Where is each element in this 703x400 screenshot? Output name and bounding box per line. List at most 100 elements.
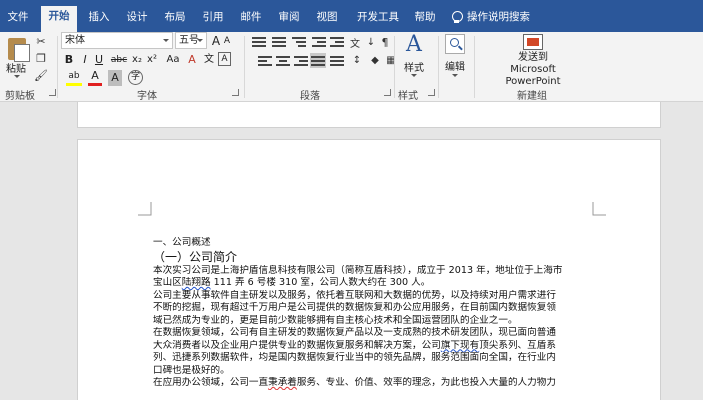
underline-button[interactable]: U	[93, 52, 105, 68]
decrease-indent-icon[interactable]	[312, 36, 326, 48]
tab-design[interactable]: 设计	[120, 7, 154, 32]
enclose-characters-button[interactable]: 字	[128, 70, 143, 85]
styles-launcher-icon[interactable]	[428, 89, 435, 96]
paragraph-line: 公司主要从事软件自主研发以及服务，依托着互联网和大数据的优势，以及持续对用户需求…	[153, 289, 556, 301]
font-color-button[interactable]: A	[88, 70, 102, 86]
highlight-color-button[interactable]: ab	[66, 70, 82, 86]
multilevel-list-icon[interactable]	[292, 36, 306, 48]
tab-view[interactable]: 视图	[310, 7, 344, 32]
editing-button[interactable]: 编辑	[442, 34, 468, 77]
increase-indent-icon[interactable]	[330, 36, 344, 48]
shading-icon[interactable]: ◆	[368, 53, 382, 67]
divider	[57, 36, 58, 98]
tab-file[interactable]: 文件	[0, 7, 36, 32]
font-size-select[interactable]: 五号	[175, 32, 207, 49]
borders-icon[interactable]: ▦	[384, 53, 398, 67]
align-center-icon[interactable]	[276, 55, 290, 67]
bold-button[interactable]: B	[62, 52, 76, 68]
document-text[interactable]: 一、公司概述 （一）公司简介 本次实习公司是上海护盾信息科技有限公司（简称互盾科…	[153, 237, 593, 390]
tab-insert[interactable]: 插入	[82, 7, 116, 32]
bullets-icon[interactable]	[252, 36, 266, 48]
distributed-icon[interactable]	[330, 55, 344, 67]
paragraph-line: 大众消费者以及企业用户提供专业的数据恢复服务和解决方案，公司旗下现有顶尖系列、互…	[153, 339, 556, 351]
chinese-layout-icon[interactable]: 文	[348, 35, 362, 50]
strikethrough-button[interactable]: abc	[110, 52, 128, 68]
paragraph-line: 列、迅捷系列数据软件，均是国内数据恢复行业当中的领先品牌，服务范围面向全国，在行…	[153, 352, 556, 363]
chevron-down-icon	[452, 74, 458, 77]
ribbon-tab-bar: 文件 开始 插入 设计 布局 引用 邮件 审阅 视图 开发工具 帮助 操作说明搜…	[0, 0, 703, 32]
divider	[474, 36, 475, 98]
lightbulb-icon	[452, 10, 463, 23]
divider	[394, 36, 395, 98]
paste-dropdown-icon[interactable]	[14, 75, 20, 78]
grow-font-button[interactable]: A	[210, 33, 222, 49]
chevron-down-icon	[411, 74, 417, 77]
paragraph-line: 不断的挖掘，现有超过千万用户是公司提供的数据恢复和办公应用服务，在目前国内数据恢…	[153, 302, 556, 313]
show-marks-icon[interactable]: ¶	[378, 35, 392, 49]
paragraph-line: 口碑也是极好的。	[153, 364, 230, 376]
tab-review[interactable]: 审阅	[272, 7, 306, 32]
styles-button[interactable]: A 样式	[400, 32, 428, 77]
cut-icon[interactable]: ✂	[34, 34, 48, 48]
font-group-label: 字体	[137, 91, 157, 102]
chevron-down-icon	[163, 39, 169, 42]
powerpoint-icon	[523, 34, 543, 50]
tab-developer[interactable]: 开发工具	[350, 7, 406, 32]
paragraph-line: 在应用办公领域，公司一直秉承着服务、专业、价值、效率的理念，为此也投入大量的人力…	[153, 377, 556, 388]
font-name-select[interactable]: 宋体	[61, 32, 173, 49]
magnifier-icon	[445, 34, 465, 54]
paragraph-group-label: 段落	[300, 91, 320, 102]
font-size-value: 五号	[179, 35, 199, 46]
powerpoint-label: Microsoft PowerPoint	[505, 64, 561, 87]
character-border-button[interactable]: A	[218, 52, 231, 66]
send-to-powerpoint-button[interactable]: 发送到 Microsoft PowerPoint	[482, 34, 584, 88]
clipboard-launcher-icon[interactable]	[49, 89, 56, 96]
line-spacing-icon[interactable]: ↕	[350, 53, 364, 67]
clipboard-paste-icon	[8, 38, 30, 62]
paragraph-line: 在数据恢复领域，公司有自主研发的数据恢复产品以及一支成熟的技术研发团队，现已面向…	[153, 327, 556, 338]
font-name-value: 宋体	[65, 35, 85, 46]
margin-corner-mark	[138, 202, 152, 216]
copy-icon[interactable]: ❐	[34, 51, 48, 65]
format-painter-icon[interactable]: 🖌	[34, 68, 48, 82]
new-group-label: 新建组	[517, 91, 547, 102]
margin-corner-mark	[592, 202, 606, 216]
tab-mailings[interactable]: 邮件	[234, 7, 268, 32]
clear-formatting-button[interactable]: A	[186, 52, 198, 68]
document-area[interactable]: 一、公司概述 （一）公司简介 本次实习公司是上海护盾信息科技有限公司（简称互盾科…	[0, 102, 703, 400]
shrink-font-button[interactable]: A	[222, 33, 232, 49]
paste-label: 粘贴	[6, 64, 26, 75]
align-right-icon[interactable]	[294, 55, 308, 67]
character-shading-button[interactable]: A	[108, 70, 122, 86]
previous-page	[77, 102, 661, 128]
heading-level1: 一、公司概述	[153, 237, 211, 248]
divider	[244, 36, 245, 98]
superscript-button[interactable]: x²	[145, 52, 159, 68]
paragraph-launcher-icon[interactable]	[384, 89, 391, 96]
tab-references[interactable]: 引用	[196, 7, 230, 32]
numbering-icon[interactable]	[272, 36, 286, 48]
phonetic-guide-button[interactable]: 文	[202, 52, 216, 68]
tell-me-search[interactable]: 操作说明搜索	[452, 9, 530, 24]
document-page[interactable]: 一、公司概述 （一）公司简介 本次实习公司是上海护盾信息科技有限公司（简称互盾科…	[77, 139, 661, 400]
paragraph-line: 本次实习公司是上海护盾信息科技有限公司（简称互盾科技），成立于 2013 年，地…	[153, 264, 563, 276]
tab-help[interactable]: 帮助	[408, 7, 442, 32]
italic-button[interactable]: I	[79, 52, 91, 68]
styles-label: 样式	[404, 63, 424, 74]
change-case-button[interactable]: Aa	[164, 52, 182, 68]
heading-level2: （一）公司简介	[153, 249, 238, 264]
sort-icon[interactable]: ↓	[364, 35, 378, 49]
styles-icon: A	[406, 32, 422, 57]
editing-label: 编辑	[445, 62, 465, 73]
paragraph-line: 宝山区陆翔路 111 弄 6 号楼 310 室，公司人数大约在 300 人。	[153, 277, 431, 288]
align-left-icon[interactable]	[258, 55, 272, 67]
tab-home[interactable]: 开始	[41, 6, 77, 32]
font-launcher-icon[interactable]	[232, 89, 239, 96]
send-to-label: 发送到	[518, 52, 548, 63]
subscript-button[interactable]: x₂	[130, 52, 144, 68]
tell-me-label: 操作说明搜索	[467, 11, 530, 23]
styles-group-label: 样式	[398, 91, 418, 102]
clipboard-group-label: 剪贴板	[5, 91, 35, 102]
tab-layout[interactable]: 布局	[158, 7, 192, 32]
justify-icon[interactable]	[310, 53, 326, 68]
